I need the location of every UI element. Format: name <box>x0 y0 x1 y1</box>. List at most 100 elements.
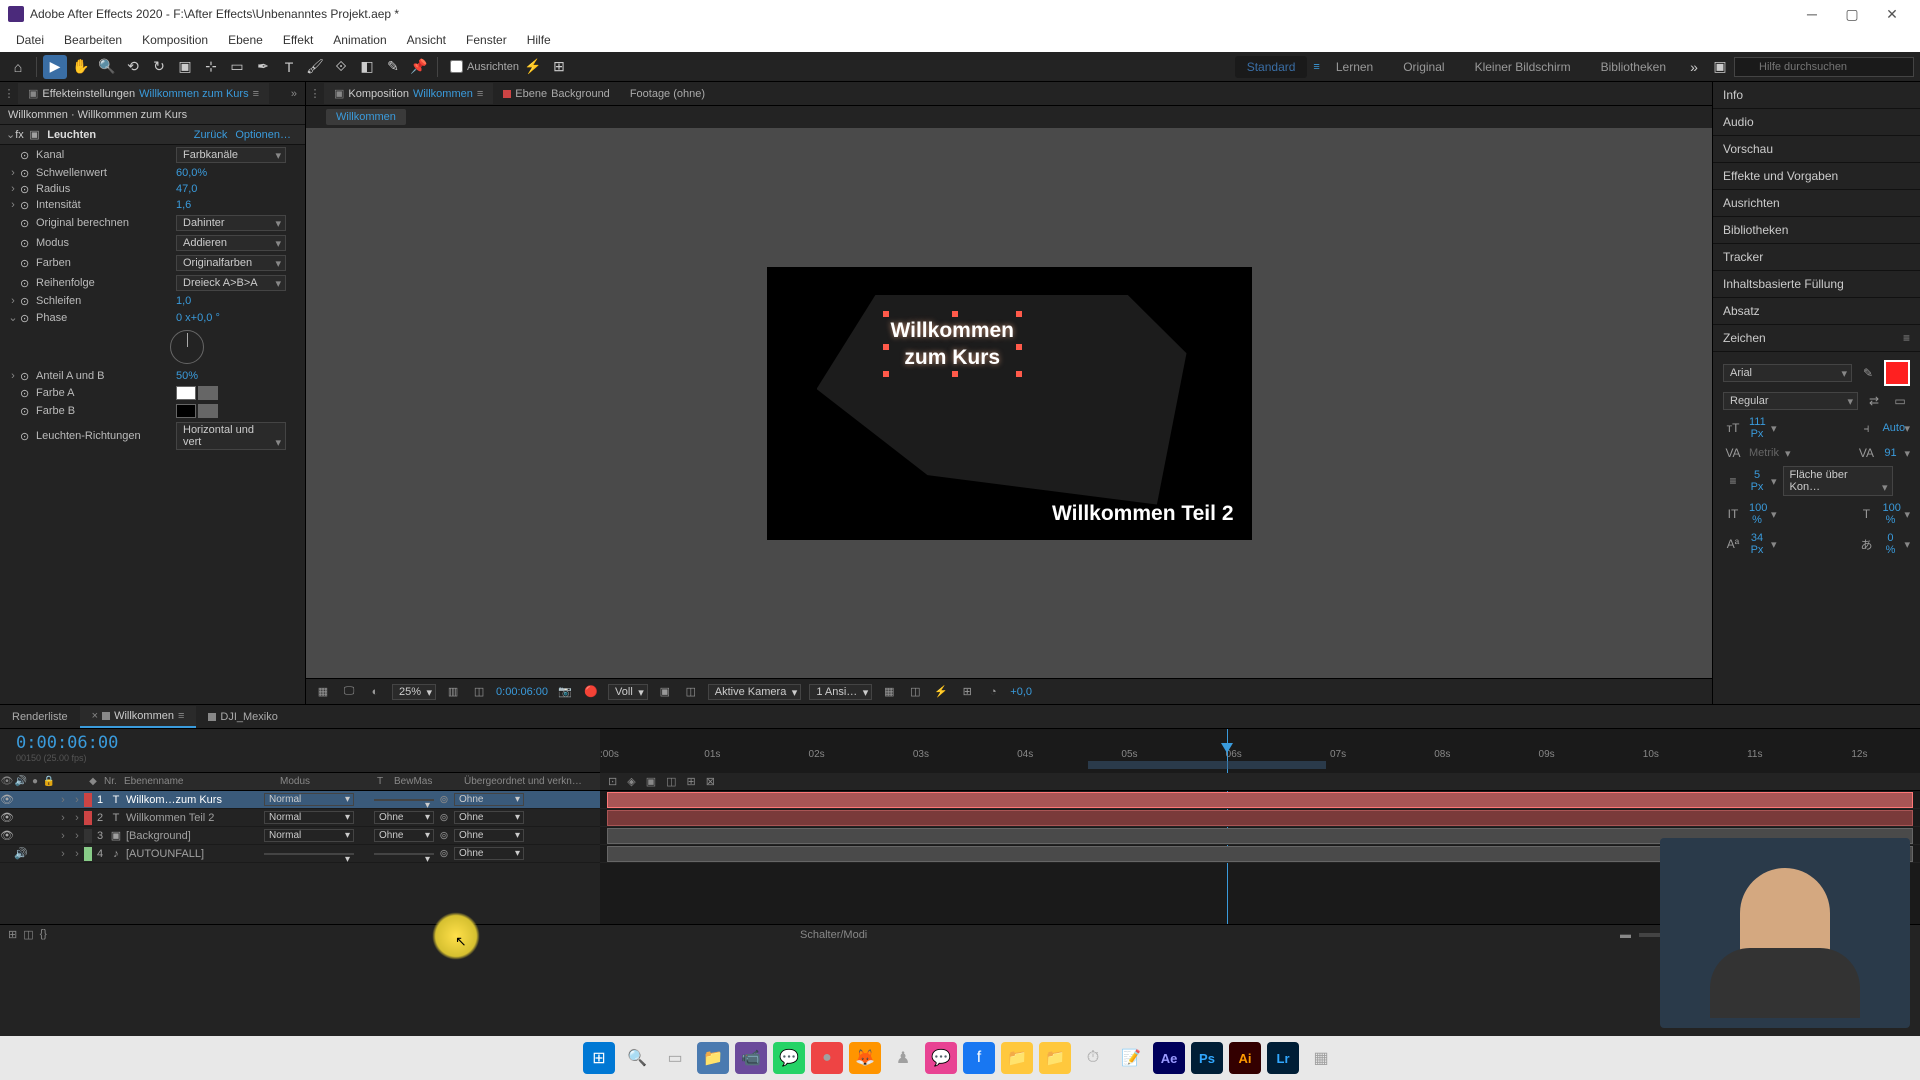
brush-tool-icon[interactable]: 🖌 <box>303 55 327 79</box>
menu-hilfe[interactable]: Hilfe <box>517 31 561 49</box>
tab-willkommen[interactable]: × Willkommen ≡ <box>80 706 197 728</box>
resolution-dropdown[interactable]: Voll <box>608 684 648 700</box>
fx-header[interactable]: ⌄ fx ▣ Leuchten Zurück Optionen… <box>0 125 305 145</box>
display-icon[interactable]: 🖵 <box>340 683 358 701</box>
pane-ausrichten[interactable]: Ausrichten <box>1713 190 1920 217</box>
zoom-tool-icon[interactable]: 🔍 <box>95 55 119 79</box>
workspace-original[interactable]: Original <box>1389 60 1458 74</box>
comp-crumb[interactable]: Willkommen <box>326 109 406 125</box>
stroke-value[interactable]: 5 Px <box>1749 469 1765 493</box>
pane-bibliotheken[interactable]: Bibliotheken <box>1713 217 1920 244</box>
orbit-tool-icon[interactable]: ⟲ <box>121 55 145 79</box>
stroke-mode-dropdown[interactable]: Fläche über Kon… <box>1783 466 1893 496</box>
layer-row[interactable]: 👁 ›› 1 T Willkom…zum Kurs Normal ⊚ Ohne <box>0 791 600 809</box>
tab-renderliste[interactable]: Renderliste <box>0 707 80 727</box>
minimize-button[interactable]: ─ <box>1792 0 1832 28</box>
guides-icon[interactable]: ▦ <box>880 683 898 701</box>
taskbar-search-icon[interactable]: 🔍 <box>621 1042 653 1074</box>
fx-prop-1[interactable]: ›⊙Schwellenwert60,0% <box>0 165 305 181</box>
align-checkbox[interactable]: Ausrichten <box>450 60 519 73</box>
eraser-tool-icon[interactable]: ◧ <box>355 55 379 79</box>
puppet-tool-icon[interactable]: 📌 <box>407 55 431 79</box>
menu-effekt[interactable]: Effekt <box>273 31 323 49</box>
facebook-icon[interactable]: f <box>963 1042 995 1074</box>
fx-prop-6[interactable]: ⊙FarbenOriginalfarben <box>0 253 305 273</box>
fx-prop-3[interactable]: ›⊙Intensität1,6 <box>0 197 305 213</box>
fx-prop-11[interactable]: ⊙Farbe A <box>0 384 305 402</box>
shape-tool-icon[interactable]: ▭ <box>225 55 249 79</box>
firefox-icon[interactable]: 🦊 <box>849 1042 881 1074</box>
mask-icon[interactable]: ◐ <box>366 683 384 701</box>
tl-btn6[interactable]: ⊠ <box>706 775 715 788</box>
ae-icon[interactable]: Ae <box>1153 1042 1185 1074</box>
layer-row[interactable]: 👁 ›› 3 ▣ [Background] Normal Ohne ⊚ Ohne <box>0 827 600 845</box>
track[interactable] <box>600 791 1920 809</box>
fx-prop-8[interactable]: ›⊙Schleifen1,0 <box>0 293 305 309</box>
tab-overflow-icon[interactable]: » <box>283 88 305 100</box>
layer-row[interactable]: 👁 ›› 2 T Willkommen Teil 2 Normal Ohne ⊚… <box>0 809 600 827</box>
selection-tool-icon[interactable]: ▶ <box>43 55 67 79</box>
views-dropdown[interactable]: 1 Ansi… <box>809 684 872 700</box>
pane-zeichen[interactable]: Zeichen≡ <box>1713 325 1920 352</box>
channel-icon[interactable]: 🔴 <box>582 683 600 701</box>
menu-fenster[interactable]: Fenster <box>456 31 517 49</box>
text-tool-icon[interactable]: T <box>277 55 301 79</box>
label-col-icon[interactable]: ◆ <box>86 776 100 787</box>
toggle-switches-icon[interactable]: ⊞ <box>8 928 17 941</box>
font-dropdown[interactable]: Arial <box>1723 364 1852 382</box>
no-stroke-icon[interactable]: ▭ <box>1890 394 1910 408</box>
menu-ebene[interactable]: Ebene <box>218 31 273 49</box>
vscale-value[interactable]: 100 % <box>1749 502 1765 526</box>
footage-tab[interactable]: Footage (ohne) <box>620 84 715 104</box>
video-icon[interactable]: 📹 <box>735 1042 767 1074</box>
lr-icon[interactable]: Lr <box>1267 1042 1299 1074</box>
camera-tool-icon[interactable]: ▣ <box>173 55 197 79</box>
panel-menu-icon[interactable]: ⋮ <box>0 87 18 100</box>
comp-panel-menu-icon[interactable]: ⋮ <box>306 87 324 100</box>
toggle-brackets-icon[interactable]: {} <box>40 928 47 941</box>
rotate-tool-icon[interactable]: ↻ <box>147 55 171 79</box>
fx-reset[interactable]: Zurück <box>194 129 228 141</box>
workspace-bibliotheken[interactable]: Bibliotheken <box>1587 60 1680 74</box>
grid-icon[interactable]: ⊞ <box>547 55 571 79</box>
hand-tool-icon[interactable]: ✋ <box>69 55 93 79</box>
work-area-bar[interactable] <box>1088 761 1326 769</box>
menu-ansicht[interactable]: Ansicht <box>397 31 456 49</box>
fx-prop-7[interactable]: ⊙ReihenfolgeDreieck A>B>A <box>0 273 305 293</box>
fx-prop-0[interactable]: ⊙KanalFarbkanäle <box>0 145 305 165</box>
roi-icon[interactable]: ◫ <box>470 683 488 701</box>
pan-behind-tool-icon[interactable]: ⊹ <box>199 55 223 79</box>
notepad-icon[interactable]: 📝 <box>1115 1042 1147 1074</box>
snap-icon[interactable]: ⚡ <box>521 55 545 79</box>
pane-inhalt[interactable]: Inhaltsbasierte Füllung <box>1713 271 1920 298</box>
messenger-icon[interactable]: 💬 <box>925 1042 957 1074</box>
fx-prop-12[interactable]: ⊙Farbe B <box>0 402 305 420</box>
phase-dial[interactable] <box>170 330 204 364</box>
comp-tab[interactable]: ▣ Komposition Willkommen ≡ <box>324 83 493 104</box>
leading-value[interactable]: Auto <box>1882 422 1898 434</box>
home-icon[interactable]: ⌂ <box>6 55 30 79</box>
close-button[interactable]: ✕ <box>1872 0 1912 28</box>
zoom-dropdown[interactable]: 25% <box>392 684 436 700</box>
font-size-value[interactable]: 111 Px <box>1749 416 1765 440</box>
menu-animation[interactable]: Animation <box>323 31 396 49</box>
swap-colors-icon[interactable]: ⇄ <box>1864 394 1884 408</box>
pane-audio[interactable]: Audio <box>1713 109 1920 136</box>
exposure-value[interactable]: +0,0 <box>1010 686 1032 698</box>
text-layer-2[interactable]: Willkommen Teil 2 <box>1052 502 1233 526</box>
workspace-kleiner[interactable]: Kleiner Bildschirm <box>1461 60 1585 74</box>
zoom-out-icon[interactable]: ▬ <box>1620 929 1631 941</box>
toggle-modes-icon[interactable]: ◫ <box>23 928 33 941</box>
fx-prop-4[interactable]: ⊙Original berechnenDahinter <box>0 213 305 233</box>
res-icon[interactable]: ▥ <box>444 683 462 701</box>
alpha-icon[interactable]: ▦ <box>314 683 332 701</box>
workspace-panel-icon[interactable]: ▣ <box>1708 55 1732 79</box>
whatsapp-icon[interactable]: 💬 <box>773 1042 805 1074</box>
fast-preview-icon[interactable]: ⚡ <box>932 683 950 701</box>
roto-tool-icon[interactable]: ✎ <box>381 55 405 79</box>
help-search-input[interactable] <box>1734 57 1914 77</box>
time-ruler[interactable]: :00s01s02s03s04s05s06s07s08s09s10s11s12s <box>600 729 1920 773</box>
fx-prop-13[interactable]: ⊙Leuchten-RichtungenHorizontal und vert <box>0 420 305 452</box>
tl-btn1[interactable]: ⊡ <box>608 775 617 788</box>
fx-options[interactable]: Optionen… <box>235 129 291 141</box>
